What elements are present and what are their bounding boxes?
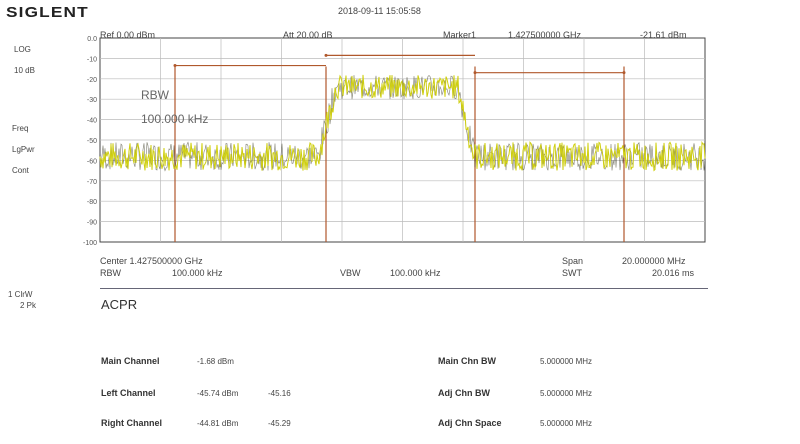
acpr-divider (100, 288, 708, 289)
left-channel-ratio: -45.16 (268, 389, 291, 398)
right-channel-ratio: -45.29 (268, 419, 291, 428)
acpr-title: ACPR (101, 297, 138, 312)
span-value[interactable]: 20.000000 MHz (622, 256, 686, 266)
center-frequency[interactable]: Center 1.427500000 GHz (100, 256, 203, 266)
channel-marker-point (173, 64, 177, 68)
left-channel-value: -45.74 dBm (197, 389, 239, 398)
span-label[interactable]: Span (562, 256, 583, 266)
adj-chn-space-value[interactable]: 5.000000 MHz (540, 419, 592, 428)
swt-value[interactable]: 20.016 ms (652, 268, 694, 278)
vbw-value[interactable]: 100.000 kHz (390, 268, 441, 278)
rbw-annotation-value: 100.000 kHz (141, 112, 209, 126)
adj-chn-bw-label: Adj Chn BW (438, 388, 490, 398)
y-tick-label: -50 (87, 138, 97, 145)
spectrum-plot[interactable]: 0.0 -10 -20 -30 -40 -50 -60 -70 -80 -90 -100 (0, 0, 800, 444)
y-tick-label: -70 (87, 179, 97, 186)
y-tick-label: -30 (87, 97, 97, 104)
y-tick-label: -60 (87, 158, 97, 165)
channel-marker-point (622, 71, 626, 75)
adj-chn-space-label: Adj Chn Space (438, 418, 502, 428)
rbw-label[interactable]: RBW (100, 268, 121, 278)
y-tick-label: 0.0 (87, 36, 97, 43)
right-channel-label: Right Channel (101, 418, 162, 428)
left-channel-label: Left Channel (101, 388, 156, 398)
channel-marker-point (324, 53, 328, 57)
y-tick-label: -90 (87, 220, 97, 227)
vbw-label[interactable]: VBW (340, 268, 361, 278)
adj-chn-bw-value[interactable]: 5.000000 MHz (540, 389, 592, 398)
rbw-annotation-label: RBW (141, 88, 169, 102)
main-chn-bw-label: Main Chn BW (438, 356, 496, 366)
y-tick-label: -20 (87, 77, 97, 84)
y-tick-label: -80 (87, 199, 97, 206)
main-chn-bw-value[interactable]: 5.000000 MHz (540, 357, 592, 366)
channel-marker-point (473, 71, 477, 75)
y-tick-label: -40 (87, 118, 97, 125)
y-tick-label: -100 (83, 240, 97, 247)
right-channel-value: -44.81 dBm (197, 419, 239, 428)
rbw-value[interactable]: 100.000 kHz (172, 268, 223, 278)
swt-label[interactable]: SWT (562, 268, 582, 278)
main-channel-value: -1.68 dBm (197, 357, 234, 366)
main-channel-label: Main Channel (101, 356, 160, 366)
y-tick-label: -10 (87, 56, 97, 63)
